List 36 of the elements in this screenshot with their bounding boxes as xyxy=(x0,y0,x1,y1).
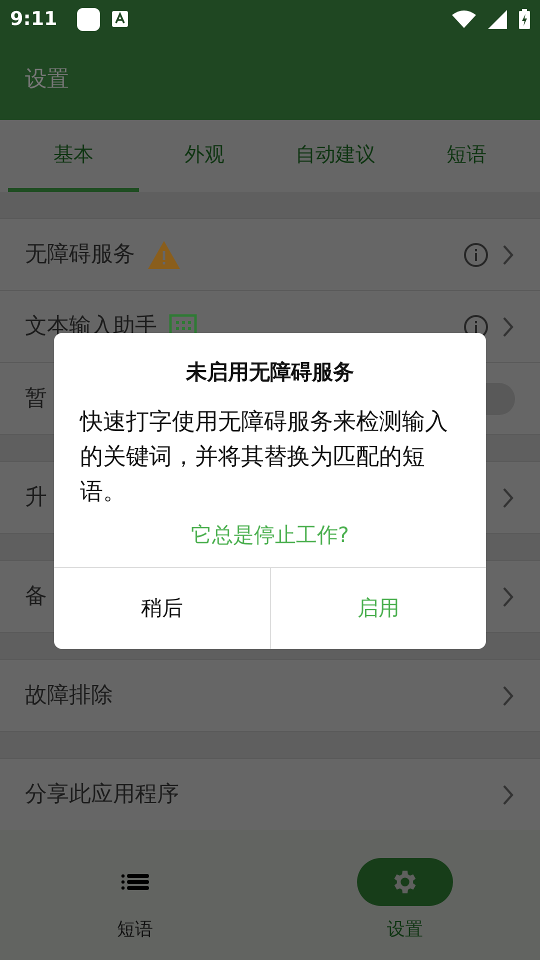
battery-icon xyxy=(519,9,530,29)
chevron-right-icon xyxy=(501,242,515,266)
nav-label: 短语 xyxy=(117,918,153,942)
row-label: 分享此应用程序 xyxy=(25,781,179,809)
chevron-right-icon xyxy=(501,314,515,338)
notification-icon xyxy=(77,8,100,30)
chevron-right-icon xyxy=(501,584,515,608)
warning-icon xyxy=(147,240,181,270)
list-icon xyxy=(121,873,149,891)
tab[interactable]: 自动建议 xyxy=(270,120,401,192)
status-time: 9:11 xyxy=(10,6,58,32)
dialog-message: 快速打字使用无障碍服务来检测输入的关键词，并将其替换为匹配的短语。 xyxy=(80,408,449,506)
settings-row[interactable]: 无障碍服务 xyxy=(0,219,540,291)
nav-item[interactable]: 短语 xyxy=(0,858,270,943)
signal-icon xyxy=(488,10,507,28)
tab[interactable]: 外观 xyxy=(139,120,270,192)
tab[interactable]: 基本 xyxy=(8,120,139,192)
chevron-right-icon xyxy=(501,486,515,510)
dialog-button[interactable]: 启用 xyxy=(270,568,486,649)
settings-row[interactable]: 故障排除 xyxy=(0,660,540,732)
app-title: 设置 xyxy=(25,66,69,94)
tab[interactable]: 短语 xyxy=(401,120,532,192)
row-label: 故障排除 xyxy=(25,682,113,710)
row-label: 升 xyxy=(25,484,47,512)
help-link[interactable]: 它总是停止工作? xyxy=(190,520,350,551)
wifi-icon xyxy=(452,10,476,28)
row-label: 无障碍服务 xyxy=(25,241,135,269)
keyboard-app-icon xyxy=(112,11,128,27)
row-label: 备 xyxy=(25,583,47,611)
chevron-right-icon xyxy=(501,782,515,806)
settings-row[interactable]: 分享此应用程序 xyxy=(0,759,540,831)
nav-label: 设置 xyxy=(387,918,423,942)
row-label: 暂 xyxy=(25,385,47,413)
nav-item[interactable]: 设置 xyxy=(270,858,540,943)
chevron-right-icon xyxy=(501,684,515,708)
dialog-button[interactable]: 稍后 xyxy=(54,568,270,649)
